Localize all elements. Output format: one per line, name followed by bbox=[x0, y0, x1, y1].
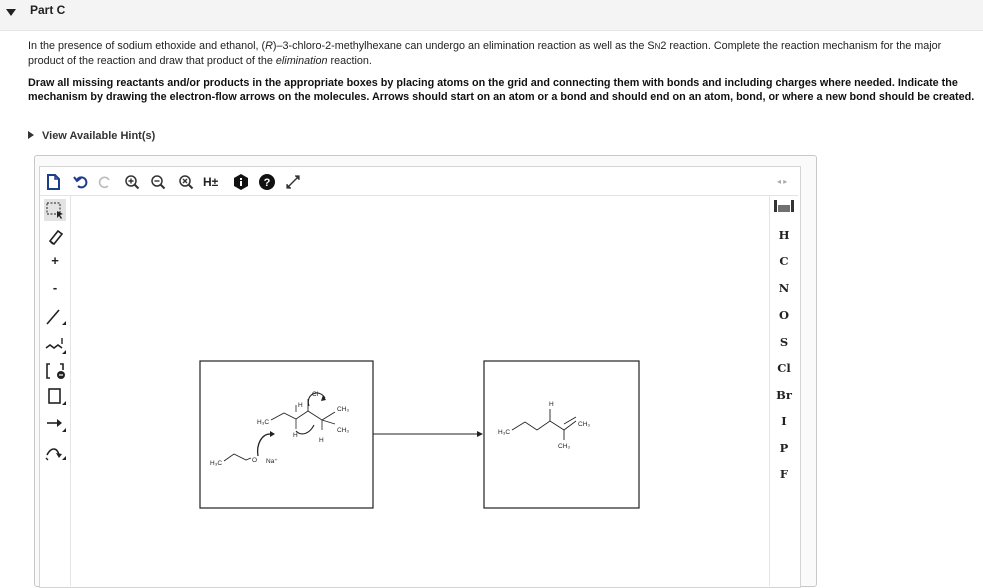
element-F[interactable]: F bbox=[770, 467, 798, 481]
element-Cl[interactable]: Cl bbox=[770, 361, 798, 375]
bracket-icon[interactable] bbox=[44, 360, 66, 382]
chain-icon[interactable] bbox=[44, 334, 66, 356]
info-icon[interactable] bbox=[232, 173, 250, 191]
bottom-ch3-label: CH₃ bbox=[337, 427, 349, 434]
intro-text-end: reaction. bbox=[327, 55, 372, 67]
ethoxide-o-label: O bbox=[252, 457, 257, 464]
ethoxide-ion: H₃C O Na⁺ bbox=[210, 453, 278, 467]
h-label-2: H bbox=[298, 402, 303, 409]
negative-charge-icon[interactable]: - bbox=[44, 277, 66, 299]
positive-charge-icon[interactable]: + bbox=[44, 250, 66, 272]
undo-icon[interactable] bbox=[72, 173, 90, 191]
product-ch3-right-label: CH₃ bbox=[578, 421, 590, 428]
element-O[interactable]: O bbox=[770, 308, 798, 322]
part-header bbox=[0, 0, 983, 31]
h-label-3: H bbox=[319, 437, 324, 444]
expand-triangle-icon bbox=[28, 131, 34, 139]
mechanism-arrowhead-1 bbox=[270, 431, 275, 437]
mechanism-arrow-2 bbox=[295, 424, 315, 435]
reaction-arrow-icon[interactable] bbox=[44, 412, 66, 434]
product-ch3-left-label: H₃C bbox=[498, 429, 510, 436]
periodic-table-icon[interactable] bbox=[770, 200, 798, 215]
help-icon[interactable]: ? bbox=[258, 173, 276, 191]
eraser-icon[interactable] bbox=[44, 226, 66, 248]
question-instructions: Draw all missing reactants and/or produc… bbox=[28, 77, 975, 103]
product-ch3-bottom-label: CH₃ bbox=[558, 443, 570, 450]
redo-icon[interactable] bbox=[96, 173, 114, 191]
sodium-label: Na⁺ bbox=[266, 458, 278, 465]
collapse-triangle-icon[interactable] bbox=[6, 9, 16, 16]
mechanism-arrowhead-3 bbox=[321, 395, 326, 401]
chlorine-label: Cl bbox=[312, 391, 319, 398]
element-Br[interactable]: Br bbox=[770, 388, 798, 402]
product-molecule: H₃C H CH₃ CH₃ bbox=[498, 401, 590, 450]
toolbar-nav-arrows[interactable]: ◂ ▸ bbox=[777, 177, 787, 186]
product-h-label: H bbox=[549, 401, 554, 408]
zoom-out-icon[interactable] bbox=[149, 173, 167, 191]
element-N[interactable]: N bbox=[770, 281, 798, 295]
selection-tool-icon[interactable] bbox=[44, 199, 66, 221]
reactant-box bbox=[199, 360, 374, 509]
substrate-ch3-label: H₃C bbox=[257, 419, 269, 426]
reaction-arrowhead bbox=[477, 431, 483, 437]
h-label-1: H bbox=[293, 432, 298, 439]
intro-text-mid: )–3-chloro-2-methylhexane can undergo an… bbox=[272, 40, 655, 52]
new-document-icon[interactable] bbox=[44, 173, 62, 191]
hint-label: View Available Hint(s) bbox=[42, 130, 156, 142]
intro-r-config: R bbox=[265, 40, 273, 52]
ethoxide-ch3-label: H₃C bbox=[210, 460, 222, 467]
intro-emphasis: elimination bbox=[275, 55, 328, 67]
explicit-hydrogens-icon[interactable]: H± bbox=[203, 173, 225, 191]
ring-template-icon[interactable] bbox=[44, 385, 66, 407]
element-H[interactable]: H bbox=[770, 228, 798, 242]
top-ch3-label: CH₃ bbox=[337, 406, 349, 413]
clear-icon[interactable] bbox=[177, 173, 195, 191]
element-I[interactable]: I bbox=[770, 414, 798, 428]
view-hints-link[interactable]: View Available Hint(s) bbox=[28, 130, 155, 142]
single-bond-icon[interactable] bbox=[44, 305, 66, 327]
element-P[interactable]: P bbox=[770, 441, 798, 455]
curved-arrow-icon[interactable] bbox=[44, 440, 66, 462]
intro-text: In the presence of sodium ethoxide and e… bbox=[28, 40, 266, 52]
zoom-in-icon[interactable] bbox=[123, 173, 141, 191]
question-intro: In the presence of sodium ethoxide and e… bbox=[28, 39, 980, 68]
part-title: Part C bbox=[30, 3, 66, 17]
element-C[interactable]: C bbox=[770, 254, 798, 268]
svg-text:?: ? bbox=[264, 177, 271, 189]
fullscreen-icon[interactable] bbox=[284, 173, 302, 191]
element-S[interactable]: S bbox=[770, 335, 798, 349]
drawing-canvas[interactable]: H₃C O Na⁺ H₃C Cl CH₃ CH₃ H H H H₃C H CH₃… bbox=[71, 196, 768, 586]
mechanism-arrow-1 bbox=[256, 433, 271, 457]
